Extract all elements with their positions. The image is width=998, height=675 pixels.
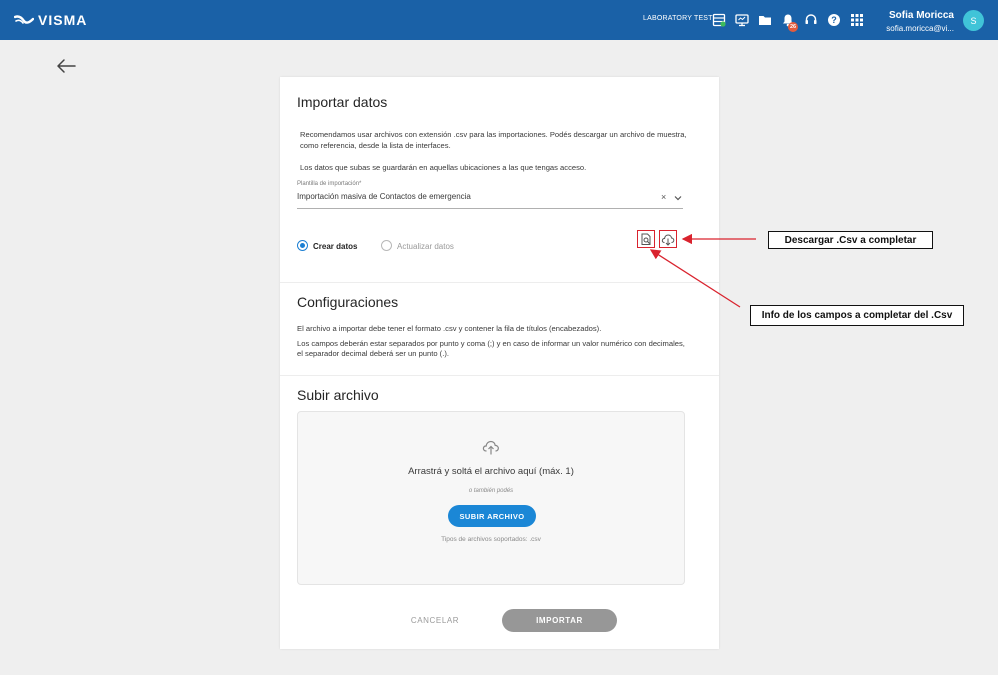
radio-update[interactable] [381, 240, 392, 251]
radio-create-label[interactable]: Crear datos [313, 242, 357, 251]
access-note: Los datos que subas se guardarán en aque… [300, 163, 587, 172]
clear-icon[interactable]: × [661, 193, 666, 202]
annotation-download-csv: Descargar .Csv a completar [768, 231, 933, 249]
notification-badge: 26 [788, 22, 798, 32]
import-button[interactable]: IMPORTAR [502, 609, 617, 632]
apps-grid-icon[interactable] [849, 12, 865, 28]
section-divider [280, 282, 719, 283]
upload-title: Subir archivo [297, 387, 379, 403]
top-navigation-bar: VISMA LABORATORY TEST 26 ? Sofia Moricca… [0, 0, 998, 40]
import-title: Importar datos [297, 94, 388, 110]
radio-update-label[interactable]: Actualizar datos [397, 242, 454, 251]
file-dropzone[interactable]: Arrastrá y soltá el archivo aquí (máx. 1… [297, 411, 685, 585]
config-separator-note: Los campos deberán estar separados por p… [297, 339, 685, 358]
user-email: sofia.moricca@vi... [886, 24, 954, 33]
svg-text:?: ? [831, 15, 837, 25]
headset-icon[interactable] [803, 12, 819, 28]
config-title: Configuraciones [297, 294, 399, 310]
folder-icon[interactable] [757, 12, 773, 28]
download-csv-button[interactable] [659, 230, 677, 248]
template-underline [297, 208, 683, 209]
chevron-down-icon[interactable] [674, 194, 682, 202]
supported-types: Tipos de archivos soportados: .csv [441, 536, 541, 543]
section-divider [280, 375, 719, 376]
visma-logo[interactable]: VISMA [14, 11, 87, 29]
config-format-note: El archivo a importar debe tener el form… [297, 324, 602, 333]
help-icon[interactable]: ? [826, 12, 842, 28]
environment-label: LABORATORY TEST [643, 15, 713, 22]
brand-name: VISMA [38, 12, 88, 28]
cloud-download-icon [661, 233, 675, 246]
template-select[interactable]: Importación masiva de Contactos de emerg… [297, 192, 471, 201]
import-card: Importar datos Recomendamos usar archivo… [280, 77, 719, 649]
cloud-upload-icon [482, 440, 499, 455]
avatar[interactable]: S [963, 10, 984, 31]
user-name[interactable]: Sofia Moricca [889, 10, 954, 21]
drop-or-text: o también podés [468, 488, 514, 494]
spreadsheet-icon[interactable] [711, 12, 727, 28]
cancel-button[interactable]: CANCELAR [404, 614, 466, 626]
template-label: Plantilla de importación* [297, 181, 362, 187]
drop-instructions: Arrastrá y soltá el archivo aquí (máx. 1… [408, 466, 574, 477]
import-description: Recomendamos usar archivos con extensión… [300, 130, 687, 150]
back-arrow-icon[interactable] [56, 58, 76, 74]
annotation-fields-info: Info de los campos a completar del .Csv [750, 305, 964, 326]
fields-info-button[interactable] [637, 230, 655, 248]
radio-create[interactable] [297, 240, 308, 251]
file-search-icon [641, 233, 650, 245]
visma-swoosh-icon [14, 15, 34, 24]
upload-file-button[interactable]: SUBIR ARCHIVO [448, 505, 536, 527]
monitor-icon[interactable] [734, 12, 750, 28]
